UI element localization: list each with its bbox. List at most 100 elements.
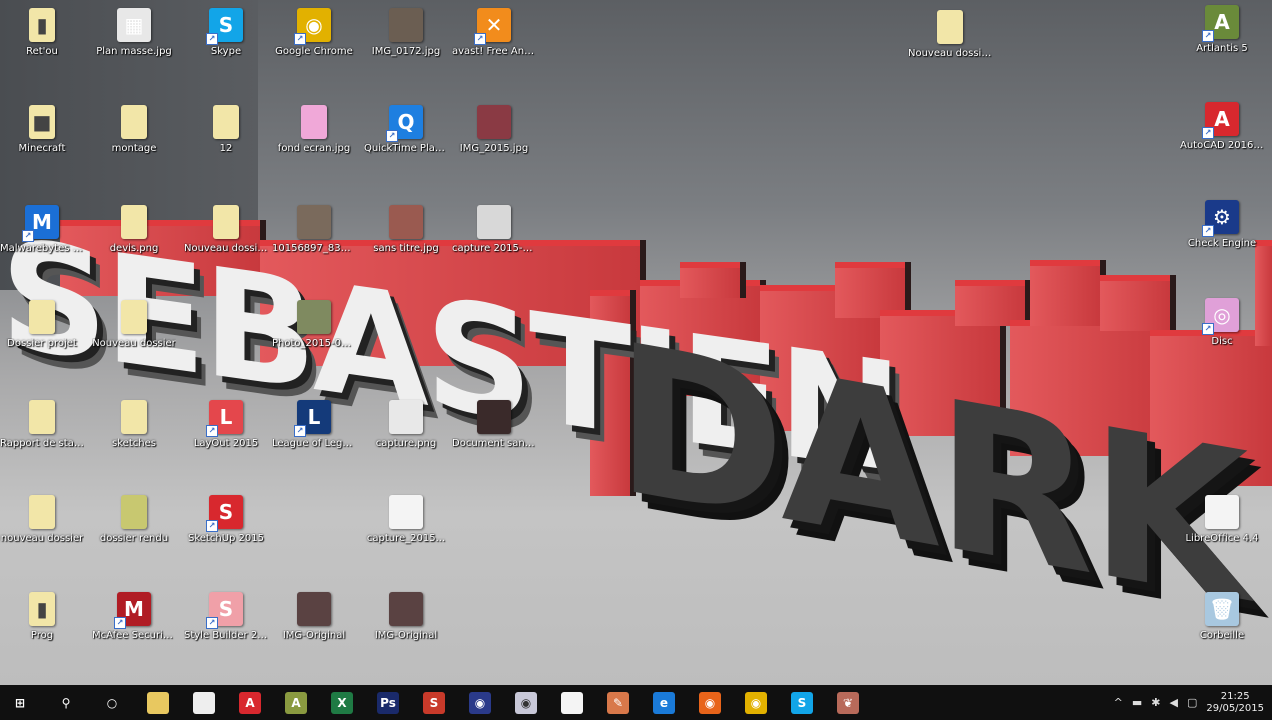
desktop-icon-image[interactable]: capture_2015... xyxy=(364,495,448,545)
desktop-icon-app[interactable]: ⚙ ↗ Check Engine xyxy=(1180,200,1264,250)
shortcut-arrow-icon: ↗ xyxy=(294,425,306,437)
desktop-icon-folder[interactable]: sketches xyxy=(92,400,176,450)
taskbar: ⊞ ⚲ ○ A A X Ps S ◉ ◉ ✎ e ◉ ◉ S ❦ ^ ▬ ✱ ◀ ▢ 21:25 29/05/… xyxy=(0,685,1272,720)
image-icon xyxy=(389,205,423,239)
desktop-icon-app[interactable]: A↗AutoCAD 2016 - Français xyxy=(1180,102,1264,152)
desktop-icon-image[interactable]: 10156897_8372... xyxy=(272,205,356,255)
taskbar-file-explorer-button[interactable] xyxy=(147,692,169,714)
desktop-icon-app[interactable]: M↗McAfee Security Scan Plus xyxy=(92,592,176,642)
taskbar-document-button[interactable] xyxy=(561,692,583,714)
desktop-icon-app[interactable]: S ↗ Style Builder 2015 xyxy=(184,592,268,642)
shortcut-arrow-icon: ↗ xyxy=(1202,127,1214,139)
taskbar-task-view-button[interactable]: ○ xyxy=(101,692,123,714)
desktop-icon-image[interactable]: capture 2015-05... xyxy=(452,205,536,255)
desktop-icon-recycle-bin[interactable]: 🗑 Corbeille xyxy=(1180,592,1264,642)
desktop-icon-label: Disc xyxy=(1211,336,1233,347)
desktop-icon-app[interactable]: S ↗ Skype xyxy=(184,8,268,58)
taskbar-edge-button[interactable]: e xyxy=(653,692,675,714)
image-icon xyxy=(477,105,511,139)
desktop-icon-label: sans titre.jpg xyxy=(373,243,439,254)
desktop-icon-folder[interactable]: nouveau dossier xyxy=(0,495,84,545)
app-icon: S ↗ xyxy=(206,592,243,629)
taskbar-store-button[interactable] xyxy=(193,692,215,714)
desktop-icon-folder[interactable]: 12 xyxy=(184,105,268,155)
shortcut-arrow-icon: ↗ xyxy=(206,425,218,437)
desktop-icon-label: capture 2015-05... xyxy=(452,243,536,254)
battery-icon[interactable]: ▬ xyxy=(1132,696,1142,709)
taskbar-app-orange-button[interactable]: ✎ xyxy=(607,692,629,714)
notifications-icon[interactable]: ▢ xyxy=(1187,696,1197,709)
desktop-icon-label: fond ecran.jpg xyxy=(277,143,351,154)
desktop-icon-app[interactable]: S ↗ SketchUp 2015 xyxy=(184,495,268,545)
taskbar-chrome-button[interactable]: ◉ xyxy=(745,692,767,714)
desktop-icon-folder[interactable]: ■ Minecraft xyxy=(0,105,84,155)
desktop-icon-label: IMG_0172.jpg xyxy=(371,46,441,57)
desktop-icon-folder[interactable]: Nouveau dossier xyxy=(92,300,176,350)
folder-icon xyxy=(213,105,239,139)
folder-icon: ▮ xyxy=(29,592,55,626)
taskbar-acrobat-button[interactable]: A xyxy=(239,692,261,714)
taskbar-search-button[interactable]: ⚲ xyxy=(55,692,77,714)
desktop-icon-app[interactable]: A ↗ Artlantis 5 xyxy=(1180,5,1264,55)
folder-icon xyxy=(29,495,55,529)
desktop-icon-folder[interactable]: montage xyxy=(92,105,176,155)
desktop-icon-folder[interactable]: Nouveau dossier (2) xyxy=(184,205,268,255)
desktop-icon-image[interactable]: Document sans titre xyxy=(452,400,536,450)
desktop-icon-image[interactable]: IMG_2015.jpg xyxy=(452,105,536,155)
desktop-icon-label: League of Legends xyxy=(272,438,356,449)
desktop-icon-app[interactable]: M↗Malwarebytes Anti-Malware xyxy=(0,205,84,255)
desktop-icon-app[interactable]: L ↗ LayOut 2015 xyxy=(184,400,268,450)
desktop-icon-app[interactable]: ◉ ↗ Google Chrome xyxy=(272,8,356,58)
recycle-bin-icon: 🗑 xyxy=(1205,592,1239,626)
desktop-icon-label: Dossier projet xyxy=(7,338,77,349)
desktop-icon-folder[interactable]: devis.png xyxy=(92,205,176,255)
clock[interactable]: 21:25 29/05/2015 xyxy=(1206,691,1264,715)
desktop-icon-folder[interactable]: dossier rendu xyxy=(92,495,176,545)
show-hidden-icons-button[interactable]: ^ xyxy=(1114,696,1123,709)
taskbar-photoshop-button[interactable]: Ps xyxy=(377,692,399,714)
taskbar-artlantis-button[interactable]: A xyxy=(285,692,307,714)
app-icon: A ↗ xyxy=(1202,102,1239,139)
folder-icon: ■ xyxy=(29,105,55,139)
desktop-icon-app[interactable]: ◎ ↗ Disc xyxy=(1180,298,1264,348)
taskbar-skype-button[interactable]: S xyxy=(791,692,813,714)
desktop-icon-folder[interactable]: Nouveau dossier (3) xyxy=(908,10,992,60)
desktop-icon-image[interactable]: IMG-Original xyxy=(272,592,356,642)
folder-icon xyxy=(29,300,55,334)
desktop-icon-image[interactable]: Photo_2015-05-26 at 20.16... xyxy=(272,300,356,350)
volume-icon[interactable]: ◀ xyxy=(1169,696,1177,709)
desktop-icon-folder[interactable]: fond ecran.jpg xyxy=(272,105,356,155)
folder-icon xyxy=(121,400,147,434)
desktop-icon-folder[interactable]: ▮ Ret'ou xyxy=(0,8,84,58)
desktop-icon-image[interactable]: IMG_0172.jpg xyxy=(364,8,448,58)
taskbar-app-misc-button[interactable]: ❦ xyxy=(837,692,859,714)
desktop-icon-label: Nouveau dossier xyxy=(92,338,176,349)
taskbar-app-circle-grey-button[interactable]: ◉ xyxy=(515,692,537,714)
network-icon[interactable]: ✱ xyxy=(1151,696,1160,709)
taskbar-start-button[interactable]: ⊞ xyxy=(9,692,31,714)
app-icon: S ↗ xyxy=(206,495,243,532)
desktop-icon-label: Nouveau dossier (2) xyxy=(184,243,268,254)
desktop-icon-label: QuickTime Player xyxy=(364,143,448,154)
shortcut-arrow-icon: ↗ xyxy=(1202,323,1214,335)
desktop-icon-image[interactable]: ▦ Plan masse.jpg xyxy=(92,8,176,58)
taskbar-app-red-green-button[interactable]: S xyxy=(423,692,445,714)
desktop-icon-folder[interactable]: Rapport de stage xyxy=(0,400,84,450)
desktop-icon-label: Rapport de stage xyxy=(0,438,84,449)
taskbar-app-circle-blue-button[interactable]: ◉ xyxy=(469,692,491,714)
shortcut-arrow-icon: ↗ xyxy=(22,230,34,242)
taskbar-firefox-button[interactable]: ◉ xyxy=(699,692,721,714)
folder-icon xyxy=(121,205,147,239)
desktop-icon-image[interactable]: IMG-Original xyxy=(364,592,448,642)
desktop-icon-folder[interactable]: Dossier projet xyxy=(0,300,84,350)
taskbar-excel-button[interactable]: X xyxy=(331,692,353,714)
desktop-icon-image[interactable]: sans titre.jpg xyxy=(364,205,448,255)
desktop-icon-app[interactable]: Q ↗ QuickTime Player xyxy=(364,105,448,155)
desktop-icon-label: LibreOffice 4.4 xyxy=(1185,533,1259,544)
desktop-icon-image[interactable]: capture.png xyxy=(364,400,448,450)
desktop-icon-label: dossier rendu xyxy=(99,533,169,544)
desktop-icon-app[interactable]: ✕↗avast! Free Antivirus xyxy=(452,8,536,58)
desktop-icon-app[interactable]: L↗League of Legends xyxy=(272,400,356,450)
desktop-icon-file[interactable]: LibreOffice 4.4 xyxy=(1180,495,1264,545)
desktop-icon-folder[interactable]: ▮ Prog xyxy=(0,592,84,642)
